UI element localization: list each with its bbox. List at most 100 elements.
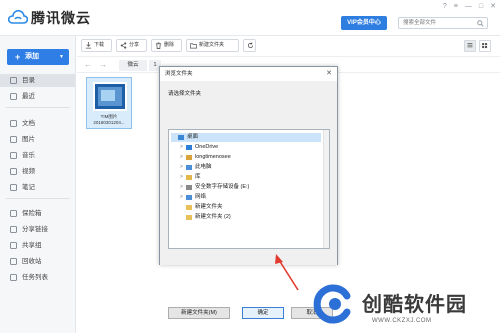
list-view-icon: [467, 43, 473, 48]
back-arrow-icon[interactable]: ←: [84, 60, 92, 70]
sidebar-item[interactable]: 共享组: [0, 239, 75, 252]
trash-icon: [155, 42, 162, 49]
plus-icon: +: [15, 52, 21, 62]
file-name: TIM图片 20180301204...: [87, 114, 131, 126]
sidebar-item[interactable]: 保险箱: [0, 207, 75, 220]
image-icon: [10, 136, 17, 143]
group-icon: [10, 242, 17, 249]
search-box[interactable]: [398, 17, 488, 29]
expand-icon[interactable]: >: [180, 183, 183, 192]
network-icon: [186, 195, 192, 200]
folder-tree-item[interactable]: 新建文件夹 (2): [179, 213, 321, 222]
sidebar: + 添加 ▼ 目录最近文档图片音乐视频笔记保险箱分享链接共享组回收站任务列表: [0, 36, 76, 333]
chevron-down-icon: ▼: [59, 54, 64, 60]
folder-tree-item[interactable]: > 网络: [179, 193, 321, 202]
minimize-icon[interactable]: —: [465, 2, 472, 12]
sidebar-item[interactable]: 目录: [0, 74, 75, 87]
share-label: 分享: [129, 42, 140, 48]
folder-tree-label: OneDrive: [195, 144, 219, 150]
delete-button[interactable]: 删除: [151, 39, 182, 52]
sidebar-item-label: 任务列表: [22, 274, 48, 281]
share-icon: [120, 42, 127, 49]
folder-tree-item[interactable]: 桌面: [171, 133, 321, 142]
sidebar-item-label: 共享组: [22, 242, 42, 249]
folder-tree-label: 网络: [195, 194, 207, 200]
folder-tree-item[interactable]: > 库: [179, 173, 321, 182]
sidebar-item[interactable]: 任务列表: [0, 271, 75, 284]
folder-tree-item[interactable]: > longtimenosee: [179, 153, 321, 162]
new-folder-button[interactable]: 新建文件夹: [186, 39, 239, 52]
sidebar-item[interactable]: 图片: [0, 133, 75, 146]
new-folder-label: 新建文件夹: [199, 42, 225, 48]
document-icon: [10, 120, 17, 127]
vip-center-button[interactable]: VIP会员中心: [341, 16, 387, 30]
title-bar: 腾讯微云 VIP会员中心 ? ≡ — □ ✕: [0, 0, 500, 36]
expand-icon[interactable]: >: [180, 193, 183, 202]
sidebar-divider: [6, 107, 70, 108]
music-icon: [10, 152, 17, 159]
folder-icon: [186, 205, 192, 210]
folder-tree-item[interactable]: > 安全数字存储设备 (E:): [179, 183, 321, 192]
task-list-icon: [10, 274, 17, 281]
breadcrumb[interactable]: 微云: [119, 60, 147, 71]
expand-icon[interactable]: >: [180, 163, 183, 172]
watermark-text: 创酷软件园: [362, 294, 467, 316]
sidebar-item[interactable]: 笔记: [0, 181, 75, 194]
list-view-button[interactable]: [464, 40, 476, 52]
download-button[interactable]: 下载: [81, 39, 112, 52]
browse-folder-dialog: 浏览文件夹 ✕ 请选择文件夹 桌面 > OneDrive > longtimenosee…: [159, 66, 338, 319]
folder-tree-label: 安全数字存储设备 (E:): [195, 184, 250, 190]
add-button[interactable]: + 添加 ▼: [7, 49, 69, 65]
computer-icon: [186, 165, 192, 170]
dialog-body: 请选择文件夹 桌面 > OneDrive > longtimenosee > 此电脑 > 库 > 安…: [160, 81, 337, 265]
folder-icon: [186, 215, 192, 220]
expand-icon[interactable]: >: [180, 153, 183, 162]
ok-button[interactable]: 确定: [242, 307, 284, 319]
make-new-folder-button[interactable]: 新建文件夹(M): [168, 307, 230, 319]
search-icon[interactable]: [477, 20, 484, 27]
refresh-button[interactable]: [243, 39, 256, 52]
sidebar-item-label: 视频: [22, 168, 35, 175]
folder-tree-item[interactable]: > OneDrive: [179, 143, 321, 152]
dialog-close-icon[interactable]: ✕: [326, 69, 332, 77]
sidebar-item-label: 笔记: [22, 184, 35, 191]
sidebar-item-label: 文档: [22, 120, 35, 127]
sidebar-item[interactable]: 分享链接: [0, 223, 75, 236]
expand-icon[interactable]: >: [180, 143, 183, 152]
sidebar-item[interactable]: 回收站: [0, 255, 75, 268]
folder-tree-item[interactable]: > 此电脑: [179, 163, 321, 172]
folder-tree[interactable]: 桌面 > OneDrive > longtimenosee > 此电脑 > 库 > 安全数字存储设备…: [168, 129, 330, 249]
folder-tree-label: longtimenosee: [195, 154, 231, 160]
search-input[interactable]: [403, 18, 473, 28]
maximize-icon[interactable]: □: [479, 2, 483, 12]
thumbnail-content: [101, 90, 115, 101]
file-item[interactable]: TIM图片 20180301204...: [86, 77, 132, 129]
menu-icon[interactable]: ≡: [454, 2, 458, 12]
folder-tree-item[interactable]: 新建文件夹: [179, 203, 321, 212]
drive-icon: [186, 185, 192, 190]
delete-label: 删除: [164, 42, 175, 48]
share-button[interactable]: 分享: [116, 39, 147, 52]
close-icon[interactable]: ✕: [490, 2, 496, 12]
folder-tree-label: 桌面: [187, 134, 199, 140]
sidebar-item[interactable]: 最近: [0, 90, 75, 103]
file-thumbnail: [93, 82, 127, 111]
sidebar-item-label: 保险箱: [22, 210, 42, 217]
dialog-prompt: 请选择文件夹: [168, 91, 202, 97]
cloud-icon: [186, 145, 192, 150]
sidebar-item[interactable]: 文档: [0, 117, 75, 130]
tree-scrollbar[interactable]: [323, 130, 329, 248]
grid-view-button[interactable]: [479, 40, 491, 52]
dialog-title: 浏览文件夹: [160, 67, 337, 81]
expand-icon[interactable]: >: [180, 173, 183, 182]
forward-arrow-icon[interactable]: →: [99, 60, 107, 70]
add-button-label: 添加: [25, 53, 39, 60]
window-controls: ? ≡ — □ ✕: [443, 2, 496, 12]
sidebar-item-label: 分享链接: [22, 226, 48, 233]
note-icon: [10, 184, 17, 191]
sidebar-item[interactable]: 音乐: [0, 149, 75, 162]
help-icon[interactable]: ?: [443, 2, 447, 12]
clock-icon: [10, 93, 17, 100]
sidebar-item[interactable]: 视频: [0, 165, 75, 178]
user-icon: [186, 155, 192, 160]
